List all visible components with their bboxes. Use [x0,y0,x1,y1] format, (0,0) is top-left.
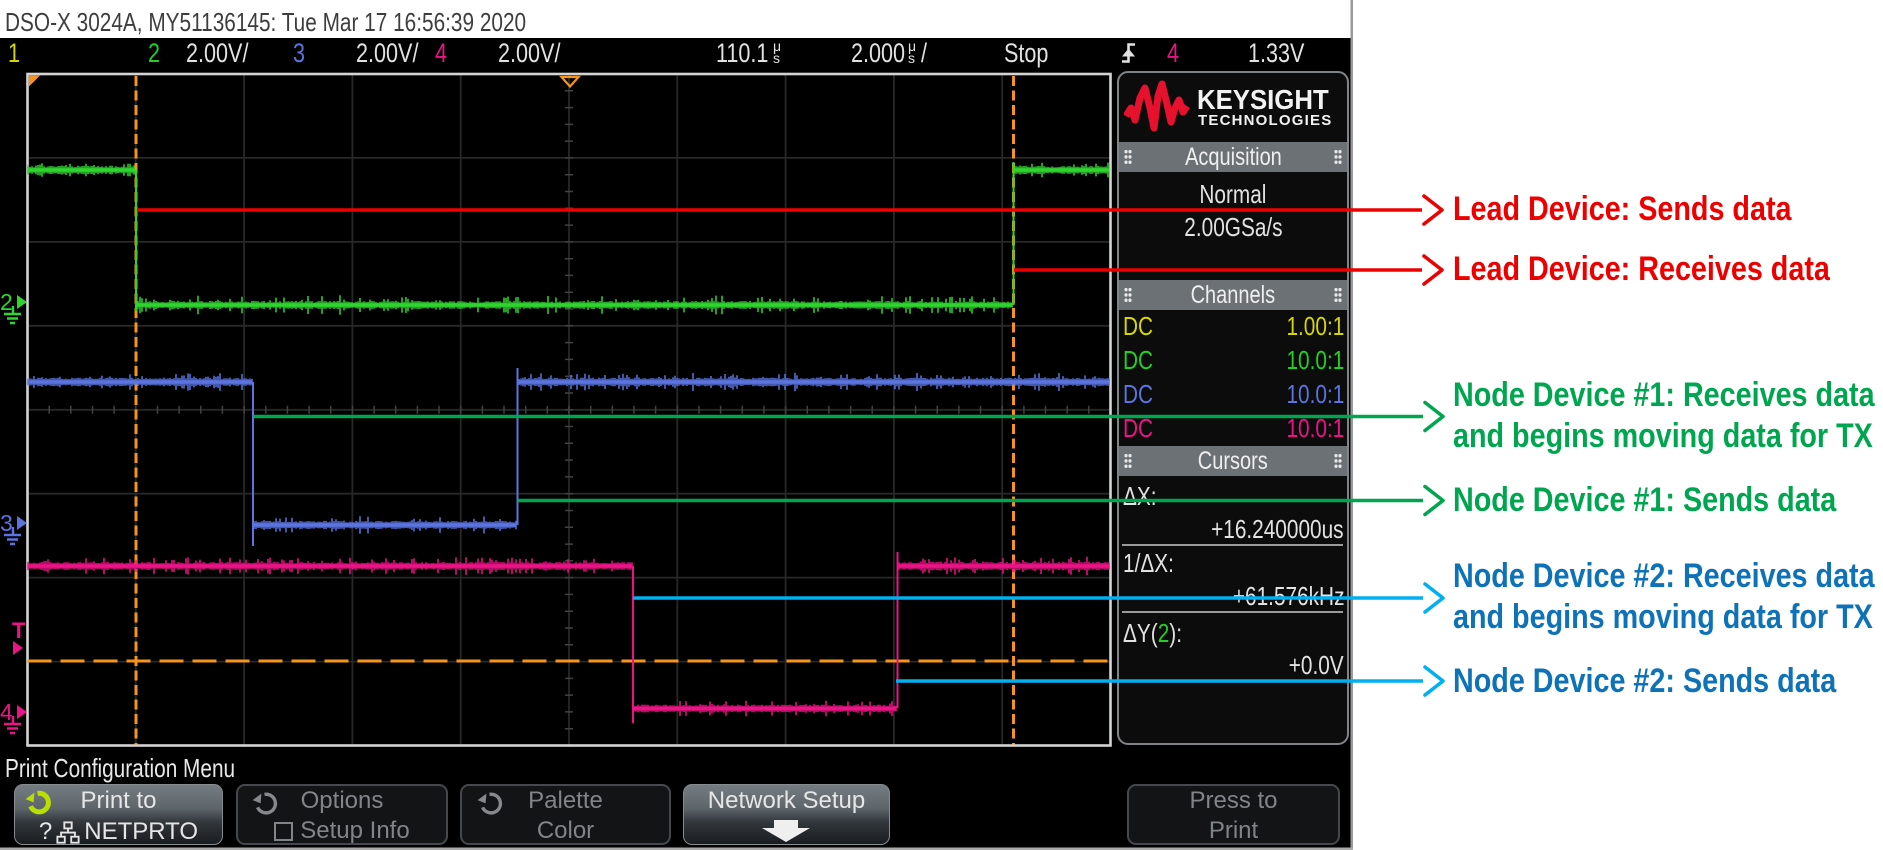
svg-text:3: 3 [0,510,13,536]
svg-text:T: T [12,618,26,643]
svg-text:2: 2 [0,289,13,315]
svg-text:4: 4 [0,699,13,725]
